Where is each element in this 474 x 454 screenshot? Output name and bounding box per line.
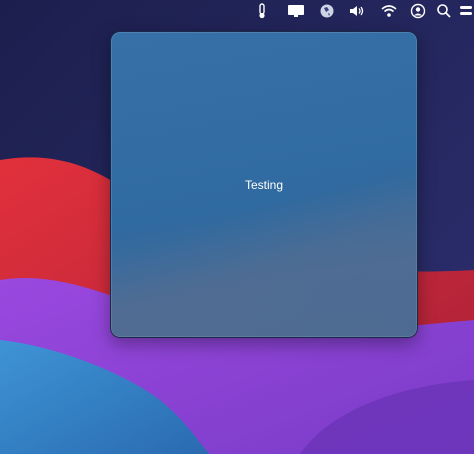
desktop: Testing xyxy=(0,0,474,454)
user-icon[interactable] xyxy=(408,2,428,20)
popover-window[interactable]: Testing xyxy=(110,31,418,338)
popover-label: Testing xyxy=(244,178,284,192)
search-icon[interactable] xyxy=(434,2,454,20)
thermometer-icon[interactable] xyxy=(252,2,272,20)
volume-icon[interactable] xyxy=(348,2,368,20)
control-center-icon[interactable] xyxy=(458,2,474,20)
menu-bar xyxy=(0,0,474,22)
globe-icon[interactable] xyxy=(317,2,337,20)
wifi-icon[interactable] xyxy=(379,2,399,20)
display-icon[interactable] xyxy=(286,2,306,20)
